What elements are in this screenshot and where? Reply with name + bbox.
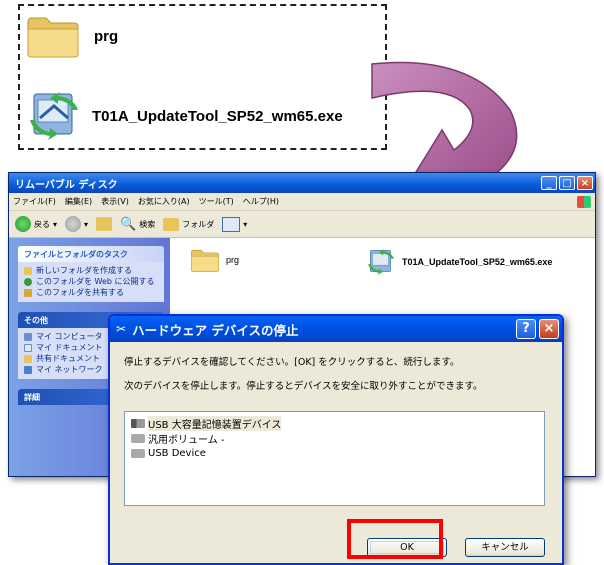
tasks-list: 新しいフォルダを作成する このフォルダを Web に公開する このフォルダを共有… <box>18 262 164 302</box>
network-icon <box>24 365 32 374</box>
drive-icon <box>131 449 145 458</box>
task-publish-web[interactable]: このフォルダを Web に公開する <box>24 276 158 287</box>
up-folder-icon <box>96 217 113 231</box>
documents-icon <box>24 343 32 352</box>
forward-button[interactable]: ▾ <box>65 216 88 232</box>
folders-icon <box>163 217 180 231</box>
task-share-folder[interactable]: このフォルダを共有する <box>24 287 158 298</box>
device-generic-volume[interactable]: 汎用ボリューム - <box>131 431 538 446</box>
dropdown-arrow-icon: ▾ <box>53 219 58 229</box>
search-icon: 🔍 <box>120 216 137 232</box>
explorer-menubar: ファイル(F) 編集(E) 表示(V) お気に入り(A) ツール(T) ヘルプ(… <box>9 193 595 211</box>
device-label: 汎用ボリューム - <box>148 435 225 446</box>
menu-help[interactable]: ヘルプ(H) <box>243 196 279 207</box>
cancel-label: キャンセル <box>481 542 529 553</box>
file-name: prg <box>226 255 240 265</box>
windows-logo-icon <box>577 195 591 208</box>
callout-exe-row: T01A_UpdateTool_SP52_wm65.exe <box>26 90 343 142</box>
menu-tools[interactable]: ツール(T) <box>199 196 234 207</box>
close-button[interactable]: × <box>577 176 593 190</box>
menu-file[interactable]: ファイル(F) <box>13 196 56 207</box>
folders-label: フォルダ <box>182 219 215 229</box>
device-label: USB Device <box>148 448 206 459</box>
file-name: T01A_UpdateTool_SP52_wm65.exe <box>402 257 553 267</box>
callout-folder-label: prg <box>94 27 119 45</box>
dropdown-arrow-icon: ▾ <box>84 219 89 229</box>
device-list[interactable]: USB 大容量記憶装置デバイス 汎用ボリューム - USB Device <box>124 411 545 506</box>
place-label: 共有ドキュメント <box>36 354 100 363</box>
device-usb-device[interactable]: USB Device <box>131 446 538 461</box>
folders-button[interactable]: フォルダ <box>163 217 215 231</box>
device-label: USB 大容量記憶装置デバイス <box>148 416 282 431</box>
back-label: 戻る <box>34 219 50 229</box>
ok-highlight-box <box>347 519 443 559</box>
menu-favorites[interactable]: お気に入り(A) <box>138 196 190 207</box>
new-folder-icon <box>24 266 32 275</box>
explorer-titlebar: リムーバブル ディスク _ □ × <box>9 173 595 193</box>
task-label: このフォルダを Web に公開する <box>36 277 155 286</box>
menu-view[interactable]: 表示(V) <box>101 196 129 207</box>
views-button[interactable]: ▾ <box>222 216 248 232</box>
place-label: マイ ドキュメント <box>36 343 103 352</box>
cancel-button[interactable]: キャンセル <box>465 538 545 557</box>
dialog-instruction: 停止するデバイスを確認してください。[OK] をクリックすると、続行します。 <box>124 357 460 368</box>
task-label: 新しいフォルダを作成する <box>36 266 132 275</box>
back-arrow-icon <box>15 216 31 232</box>
drive-icon <box>131 434 145 443</box>
dialog-title: ハードウェア デバイスの停止 <box>132 322 299 338</box>
dialog-titlebar: ✂ ハードウェア デバイスの停止 ? × <box>110 316 562 342</box>
back-button[interactable]: 戻る ▾ <box>15 216 57 232</box>
dropdown-arrow-icon: ▾ <box>243 219 248 229</box>
hardware-icon: ✂ <box>116 322 127 336</box>
usb-icon <box>131 419 145 428</box>
explorer-toolbar: 戻る ▾ ▾ 🔍 検索 フォルダ ▾ <box>9 211 595 238</box>
file-folder-tasks-panel: ファイルとフォルダのタスク 新しいフォルダを作成する このフォルダを Web に… <box>18 246 164 302</box>
callout-folder-row: prg <box>26 14 118 58</box>
callout-exe-label: T01A_UpdateTool_SP52_wm65.exe <box>92 107 343 125</box>
explorer-title: リムーバブル ディスク <box>15 179 118 191</box>
folder-icon <box>27 17 79 58</box>
place-label: マイ コンピュータ <box>36 332 103 341</box>
file-item-prg[interactable]: prg <box>190 248 239 272</box>
file-item-exe[interactable]: T01A_UpdateTool_SP52_wm65.exe <box>366 248 552 276</box>
minimize-button[interactable]: _ <box>541 176 557 190</box>
views-icon <box>222 216 241 232</box>
maximize-button[interactable]: □ <box>559 176 575 190</box>
exe-icon <box>368 249 394 275</box>
folder-icon <box>191 249 219 272</box>
place-label: マイ ネットワーク <box>36 365 103 374</box>
search-button[interactable]: 🔍 検索 <box>120 217 155 232</box>
search-label: 検索 <box>139 219 156 229</box>
computer-icon <box>24 332 32 341</box>
shared-folder-icon <box>24 354 32 363</box>
device-usb-storage[interactable]: USB 大容量記憶装置デバイス <box>131 416 538 431</box>
file-callout: prg T01A_UpdateTool_SP52_wm65.exe <box>18 4 387 150</box>
dialog-description: 次のデバイスを停止します。停止するとデバイスを安全に取り外すことができます。 <box>124 381 483 392</box>
share-folder-icon <box>24 288 32 297</box>
help-button[interactable]: ? <box>516 319 536 339</box>
exe-icon <box>30 92 78 140</box>
task-label: このフォルダを共有する <box>36 288 124 297</box>
stop-device-dialog: ✂ ハードウェア デバイスの停止 ? × 停止するデバイスを確認してください。[… <box>108 314 564 565</box>
dialog-close-button[interactable]: × <box>539 319 559 339</box>
forward-arrow-icon <box>65 216 82 232</box>
task-new-folder[interactable]: 新しいフォルダを作成する <box>24 265 158 276</box>
up-folder-button[interactable] <box>96 217 113 231</box>
tasks-header[interactable]: ファイルとフォルダのタスク <box>18 246 164 262</box>
menu-edit[interactable]: 編集(E) <box>65 196 92 207</box>
globe-icon <box>24 277 32 286</box>
